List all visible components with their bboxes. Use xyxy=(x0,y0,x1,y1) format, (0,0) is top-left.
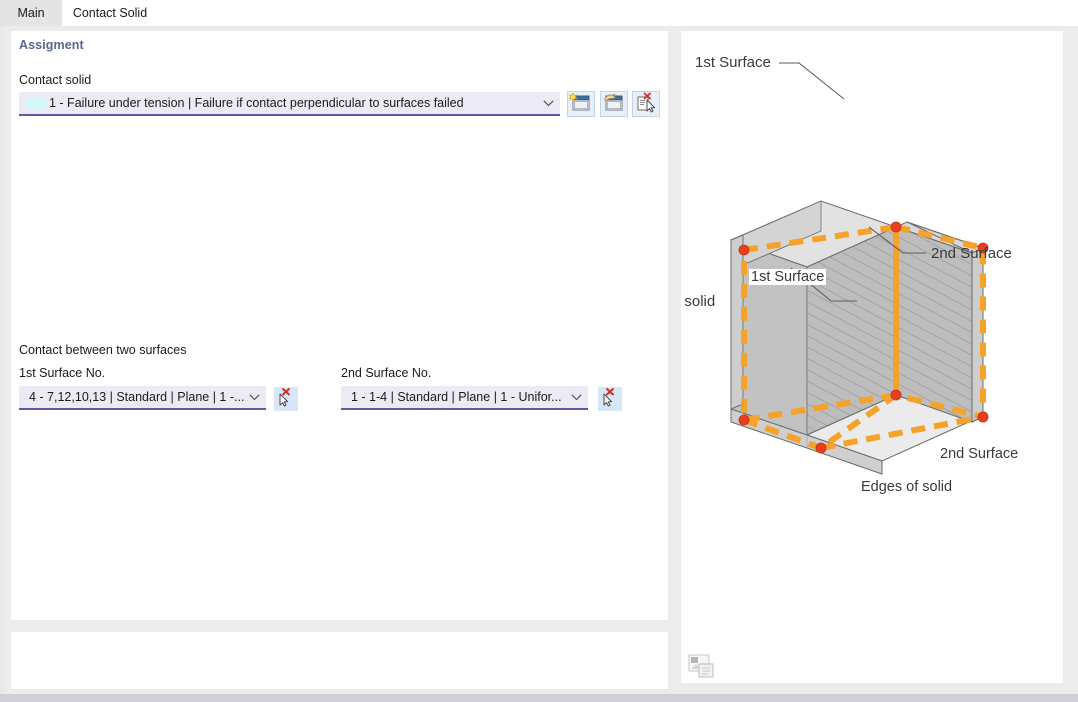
pick-first-surface-button[interactable] xyxy=(274,387,298,411)
tab-contact-solid[interactable]: Contact Solid xyxy=(62,0,158,26)
contact-solid-color-swatch xyxy=(27,97,45,110)
diagram-panel: 1st Surface 2nd Surface Edges of solid 1… xyxy=(681,31,1063,683)
pick-second-surface-button[interactable] xyxy=(598,387,622,411)
window-bottom-edge xyxy=(0,694,1078,702)
contact-solid-label: Contact solid xyxy=(19,73,92,87)
copy-image-icon[interactable] xyxy=(688,653,718,679)
assignment-heading: Assigment xyxy=(19,38,84,52)
label-edges-of-solid-text: Edges of solid xyxy=(681,293,715,310)
label-second-surface-text: 2nd Surface xyxy=(931,245,1012,262)
second-surface-value: 1 - 1-4 | Standard | Plane | 1 - Unifor.… xyxy=(351,390,562,404)
chevron-down-icon[interactable] xyxy=(249,394,260,401)
first-surface-label: 1st Surface No. xyxy=(19,366,106,380)
contact-between-surfaces-label: Contact between two surfaces xyxy=(19,343,187,357)
diagram-label-first-surface: 1st Surface xyxy=(749,269,827,285)
tab-main[interactable]: Main xyxy=(0,0,62,26)
tab-bar: Main Contact Solid xyxy=(0,0,1078,26)
assignment-panel: Assigment Contact solid 1 - Failure unde… xyxy=(11,31,668,620)
pick-contact-solid-button[interactable] xyxy=(632,91,660,117)
contact-solid-combobox[interactable]: 1 - Failure under tension | Failure if c… xyxy=(19,92,560,116)
diagram-label-second-surface: 2nd Surface xyxy=(938,446,1021,462)
diagram-label-edges-of-solid: Edges of solid xyxy=(859,479,955,495)
dialog-window: Main Contact Solid Assigment Contact sol… xyxy=(0,0,1078,702)
first-surface-combobox[interactable]: 4 - 7,12,10,13 | Standard | Plane | 1 -.… xyxy=(19,386,266,410)
new-contact-solid-button[interactable] xyxy=(567,91,595,117)
chevron-down-icon[interactable] xyxy=(543,100,554,107)
edit-contact-solid-button[interactable] xyxy=(600,91,628,117)
contact-solid-diagram: 1st Surface 2nd Surface Edges of solid xyxy=(681,31,1063,631)
first-surface-value: 4 - 7,12,10,13 | Standard | Plane | 1 -.… xyxy=(29,390,244,404)
second-surface-combobox[interactable]: 1 - 1-4 | Standard | Plane | 1 - Unifor.… xyxy=(341,386,588,410)
window-left-edge xyxy=(0,26,4,694)
left-bottom-panel xyxy=(11,632,668,689)
contact-solid-value: 1 - Failure under tension | Failure if c… xyxy=(49,96,464,110)
second-surface-label: 2nd Surface No. xyxy=(341,366,432,380)
label-first-surface-text: 1st Surface xyxy=(695,54,771,71)
chevron-down-icon[interactable] xyxy=(571,394,582,401)
